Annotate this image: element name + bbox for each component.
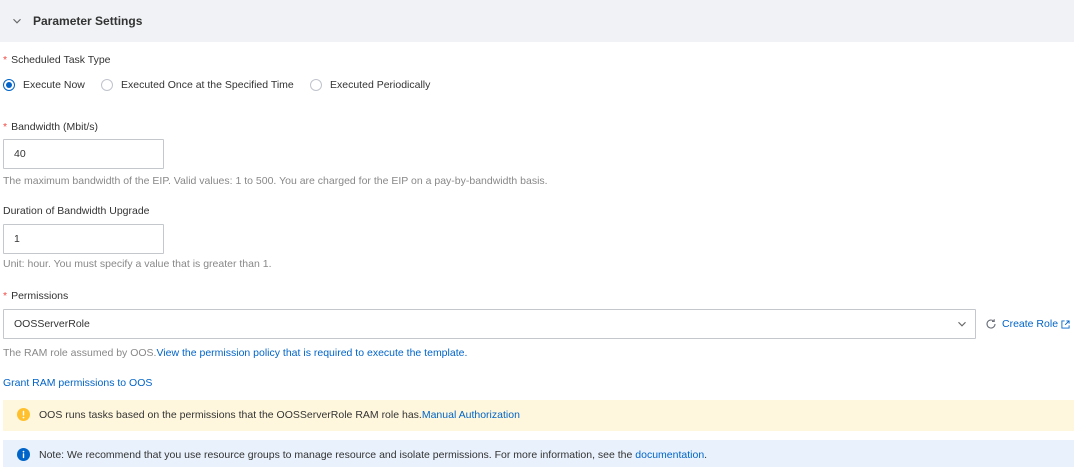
- info-icon: [17, 448, 30, 461]
- permissions-label: * Permissions: [3, 289, 68, 303]
- permissions-select-value[interactable]: OOSServerRole: [14, 310, 90, 338]
- permissions-help: The RAM role assumed by OOS.View the per…: [3, 346, 467, 360]
- create-role-link[interactable]: Create Role: [1002, 317, 1070, 331]
- scheduled-task-type-label: * Scheduled Task Type: [3, 53, 111, 67]
- radio-button[interactable]: [101, 79, 113, 91]
- chevron-down-icon[interactable]: [12, 16, 22, 26]
- manual-authorization-link[interactable]: Manual Authorization: [422, 409, 520, 421]
- info-message: Note: We recommend that you use resource…: [39, 449, 633, 461]
- info-alert-text: Note: We recommend that you use resource…: [39, 448, 707, 462]
- radio-selected-dot: [6, 82, 12, 88]
- radio-executed-once[interactable]: Executed Once at the Specified Time: [101, 78, 294, 92]
- bandwidth-label-text: Bandwidth (Mbit/s): [11, 121, 99, 133]
- warning-message: OOS runs tasks based on the permissions …: [39, 409, 422, 421]
- radio-label[interactable]: Executed Periodically: [330, 78, 430, 92]
- bandwidth-label: * Bandwidth (Mbit/s): [3, 120, 98, 134]
- refresh-icon[interactable]: [985, 318, 997, 330]
- permissions-select[interactable]: OOSServerRole: [3, 309, 976, 339]
- warning-icon: [17, 408, 30, 421]
- create-role-label[interactable]: Create Role: [1002, 317, 1058, 331]
- radio-button[interactable]: [310, 79, 322, 91]
- required-mark: *: [3, 290, 8, 302]
- section-header[interactable]: Parameter Settings: [0, 0, 1074, 42]
- section-title[interactable]: Parameter Settings: [33, 0, 142, 42]
- documentation-link[interactable]: documentation: [635, 449, 704, 461]
- warning-alert: OOS runs tasks based on the permissions …: [3, 400, 1074, 431]
- duration-label: Duration of Bandwidth Upgrade: [3, 205, 150, 217]
- chevron-down-icon[interactable]: [957, 319, 967, 329]
- scheduled-task-type-radio-group: Execute Now Executed Once at the Specifi…: [0, 78, 700, 92]
- bandwidth-input[interactable]: [3, 139, 164, 169]
- required-mark: *: [3, 54, 8, 66]
- bandwidth-help-text: The maximum bandwidth of the EIP. Valid …: [3, 175, 548, 187]
- scheduled-task-type-label-text: Scheduled Task Type: [11, 54, 111, 66]
- permissions-label-text: Permissions: [11, 290, 69, 302]
- info-alert: Note: We recommend that you use resource…: [3, 440, 1074, 467]
- radio-label[interactable]: Execute Now: [23, 78, 85, 92]
- radio-execute-now[interactable]: Execute Now: [3, 78, 85, 92]
- warning-alert-text: OOS runs tasks based on the permissions …: [39, 408, 520, 422]
- permissions-help-text: The RAM role assumed by OOS.: [3, 347, 157, 359]
- radio-button[interactable]: [3, 79, 15, 91]
- parameter-settings-panel: Parameter Settings * Scheduled Task Type …: [0, 0, 1074, 467]
- external-link-icon[interactable]: [1061, 319, 1070, 329]
- radio-label[interactable]: Executed Once at the Specified Time: [121, 78, 294, 92]
- duration-input[interactable]: [3, 224, 164, 254]
- required-mark: *: [3, 121, 8, 133]
- info-message-suffix: .: [704, 449, 708, 461]
- grant-ram-permissions-link[interactable]: Grant RAM permissions to OOS: [3, 376, 152, 390]
- view-permission-policy-link[interactable]: View the permission policy that is requi…: [156, 347, 467, 359]
- radio-executed-periodically[interactable]: Executed Periodically: [310, 78, 430, 92]
- duration-help-text: Unit: hour. You must specify a value tha…: [3, 258, 272, 270]
